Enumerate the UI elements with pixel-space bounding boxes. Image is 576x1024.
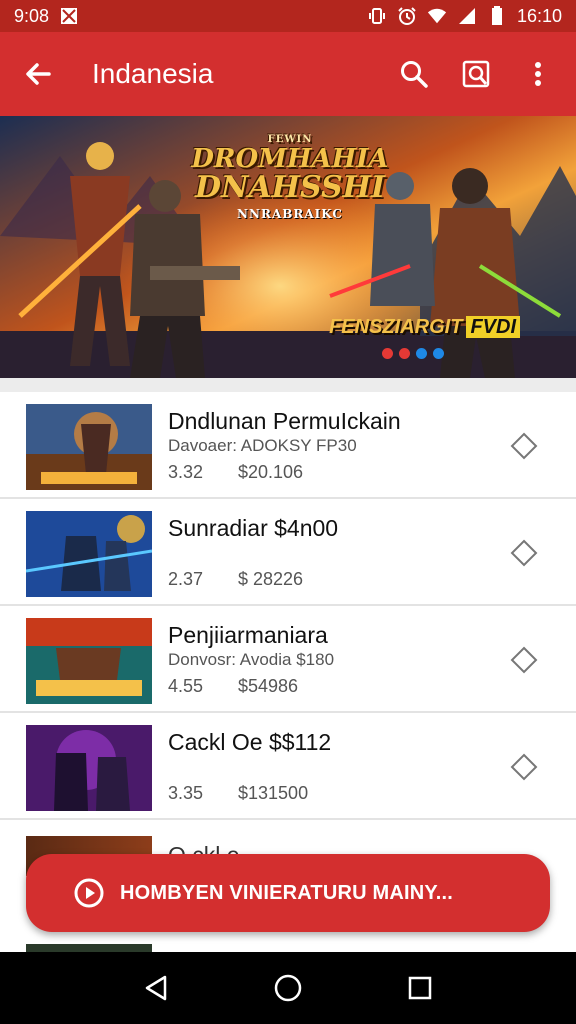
- game-rating: 3.35: [168, 783, 204, 803]
- game-price: $54986: [238, 676, 299, 696]
- game-subtitle: Donvosr: Avodia $180: [168, 650, 335, 669]
- recents-square-icon[interactable]: [400, 968, 440, 1008]
- vibrate-icon: [367, 6, 387, 26]
- favorite-diamond-icon[interactable]: [508, 751, 540, 783]
- game-thumbnail: [26, 404, 152, 490]
- game-title: Dndlunan PermuIсkain: [168, 408, 401, 434]
- home-circle-icon[interactable]: [268, 968, 308, 1008]
- game-title: Sunradiar $4n00: [168, 515, 339, 541]
- carousel-dot[interactable]: [416, 348, 427, 359]
- section-divider: [0, 378, 576, 392]
- back-triangle-icon[interactable]: [136, 968, 176, 1008]
- promo-banner[interactable]: FEWIN DROMHAHIA DNAHSSHI NNRABRAIKC FENS…: [0, 116, 576, 378]
- game-subtitle: Davoaer: ADOKSY FP30: [168, 436, 357, 455]
- game-thumbnail: [26, 725, 152, 811]
- game-price: $131500: [238, 783, 309, 803]
- battery-icon: [487, 6, 507, 26]
- favorite-diamond-icon[interactable]: [508, 537, 540, 569]
- status-time-right: 16:10: [516, 5, 562, 26]
- search-icon[interactable]: [390, 50, 438, 98]
- banner-caption-text: FENSZIARGIT: [329, 316, 463, 338]
- carousel-dot[interactable]: [399, 348, 410, 359]
- banner-title: FEWIN DROMHAHIA DNAHSSHI NNRABRAIKC: [190, 134, 390, 221]
- banner-subtitle: NNRABRAIKC: [237, 207, 343, 221]
- carousel-indicator: [382, 348, 444, 359]
- wifi-icon: [427, 6, 447, 26]
- signal-icon: [457, 6, 477, 26]
- image-search-icon[interactable]: [452, 50, 500, 98]
- status-time-left: 9:08: [14, 5, 50, 26]
- banner-title-line1: DROMHAHIA: [191, 144, 389, 174]
- play-circle-icon: [72, 876, 106, 910]
- list-item[interactable]: Sunradiar $4n00 2.37 $ 28226: [0, 499, 576, 606]
- game-thumbnail: [26, 511, 152, 597]
- game-list: Dndlunan PermuIсkain Davoaer: ADOKSY FP3…: [0, 392, 576, 820]
- game-thumbnail: [26, 618, 152, 704]
- more-vert-icon[interactable]: [514, 50, 562, 98]
- game-rating: 2.37: [168, 569, 204, 589]
- banner-caption: FENSZIARGIT FVDI: [329, 316, 520, 339]
- banner-title-line2: DNAHSSHI: [194, 170, 386, 205]
- page-title: Indanesia: [92, 58, 214, 89]
- favorite-diamond-icon[interactable]: [508, 644, 540, 676]
- game-title: Cackl Oe $$112: [168, 729, 332, 755]
- favorite-diamond-icon[interactable]: [508, 430, 540, 462]
- list-item[interactable]: Dndlunan PermuIсkain Davoaer: ADOKSY FP3…: [0, 392, 576, 499]
- carousel-dot[interactable]: [382, 348, 393, 359]
- image-icon: [59, 6, 79, 26]
- carousel-dot[interactable]: [433, 348, 444, 359]
- game-title: Penjiiarmaniara: [168, 622, 328, 648]
- banner-caption-highlight: FVDI: [466, 316, 520, 338]
- play-now-label: HOMBYEN VINIERATURU MAINY...: [120, 881, 454, 904]
- system-nav-bar: [0, 952, 576, 1024]
- arrow-back-icon[interactable]: [14, 50, 62, 98]
- list-item[interactable]: Penjiiarmaniara Donvosr: Avodia $180 4.5…: [0, 606, 576, 713]
- game-price: $20.106: [238, 462, 304, 482]
- list-item[interactable]: Cackl Oe $$112 3.35 $131500: [0, 713, 576, 820]
- game-price: $ 28226: [238, 569, 304, 589]
- game-rating: 4.55: [168, 676, 204, 696]
- status-bar: 9:08 16:10: [0, 0, 576, 32]
- game-rating: 3.32: [168, 462, 204, 482]
- app-bar: Indanesia: [0, 32, 576, 116]
- play-now-button[interactable]: HOMBYEN VINIERATURU MAINY...: [26, 854, 550, 932]
- alarm-icon: [397, 6, 417, 26]
